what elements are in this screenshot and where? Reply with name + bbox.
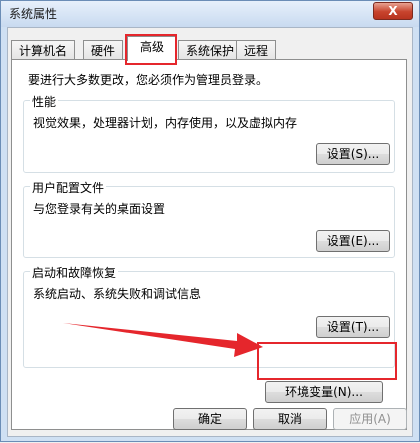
admin-notice: 要进行大多数更改，您必须作为管理员登录。 [28,73,269,87]
apply-button[interactable]: 应用(A) [333,408,407,430]
dialog-client: 计算机名 硬件 高级 系统保护 远程 要进行大多数更改，您必须作为管理员登录。 … [7,27,413,437]
tab-advanced[interactable]: 高级 [127,36,177,61]
window-title: 系统属性 [9,7,58,21]
cancel-button[interactable]: 取消 [253,408,327,430]
ok-button[interactable]: 确定 [173,408,247,430]
user-profiles-settings-button[interactable]: 设置(E)... [316,230,390,252]
user-profiles-title: 用户配置文件 [30,179,107,196]
user-profiles-description: 与您登录有关的桌面设置 [33,202,166,216]
tab-computer-name[interactable]: 计算机名 [11,40,76,60]
startup-recovery-description: 系统启动、系统失败和调试信息 [33,287,202,301]
user-profiles-group: 用户配置文件 与您登录有关的桌面设置 设置(E)... [23,179,395,258]
tab-system-protection[interactable]: 系统保护 [178,40,243,60]
environment-variables-button[interactable]: 环境变量(N)... [265,381,383,403]
performance-settings-button[interactable]: 设置(S)... [316,143,390,165]
system-properties-window: 系统属性 X 计算机名 硬件 高级 系统保护 远程 要进行大多数更改，您必须作为… [0,0,420,442]
performance-description: 视觉效果，处理器计划，内存使用，以及虚拟内存 [33,116,298,130]
performance-title: 性能 [30,93,59,110]
title-bar[interactable]: 系统属性 X [1,1,419,27]
close-icon: X [388,4,398,18]
startup-recovery-group: 启动和故障恢复 系统启动、系统失败和调试信息 设置(T)... [23,264,395,368]
tab-hardware[interactable]: 硬件 [83,40,124,60]
performance-group: 性能 视觉效果，处理器计划，内存使用，以及虚拟内存 设置(S)... [23,93,395,173]
close-button[interactable]: X [373,2,413,20]
advanced-tab-panel: 要进行大多数更改，您必须作为管理员登录。 性能 视觉效果，处理器计划，内存使用，… [11,59,407,430]
tab-remote[interactable]: 远程 [236,40,277,60]
startup-recovery-settings-button[interactable]: 设置(T)... [316,316,390,338]
startup-recovery-title: 启动和故障恢复 [30,264,119,281]
